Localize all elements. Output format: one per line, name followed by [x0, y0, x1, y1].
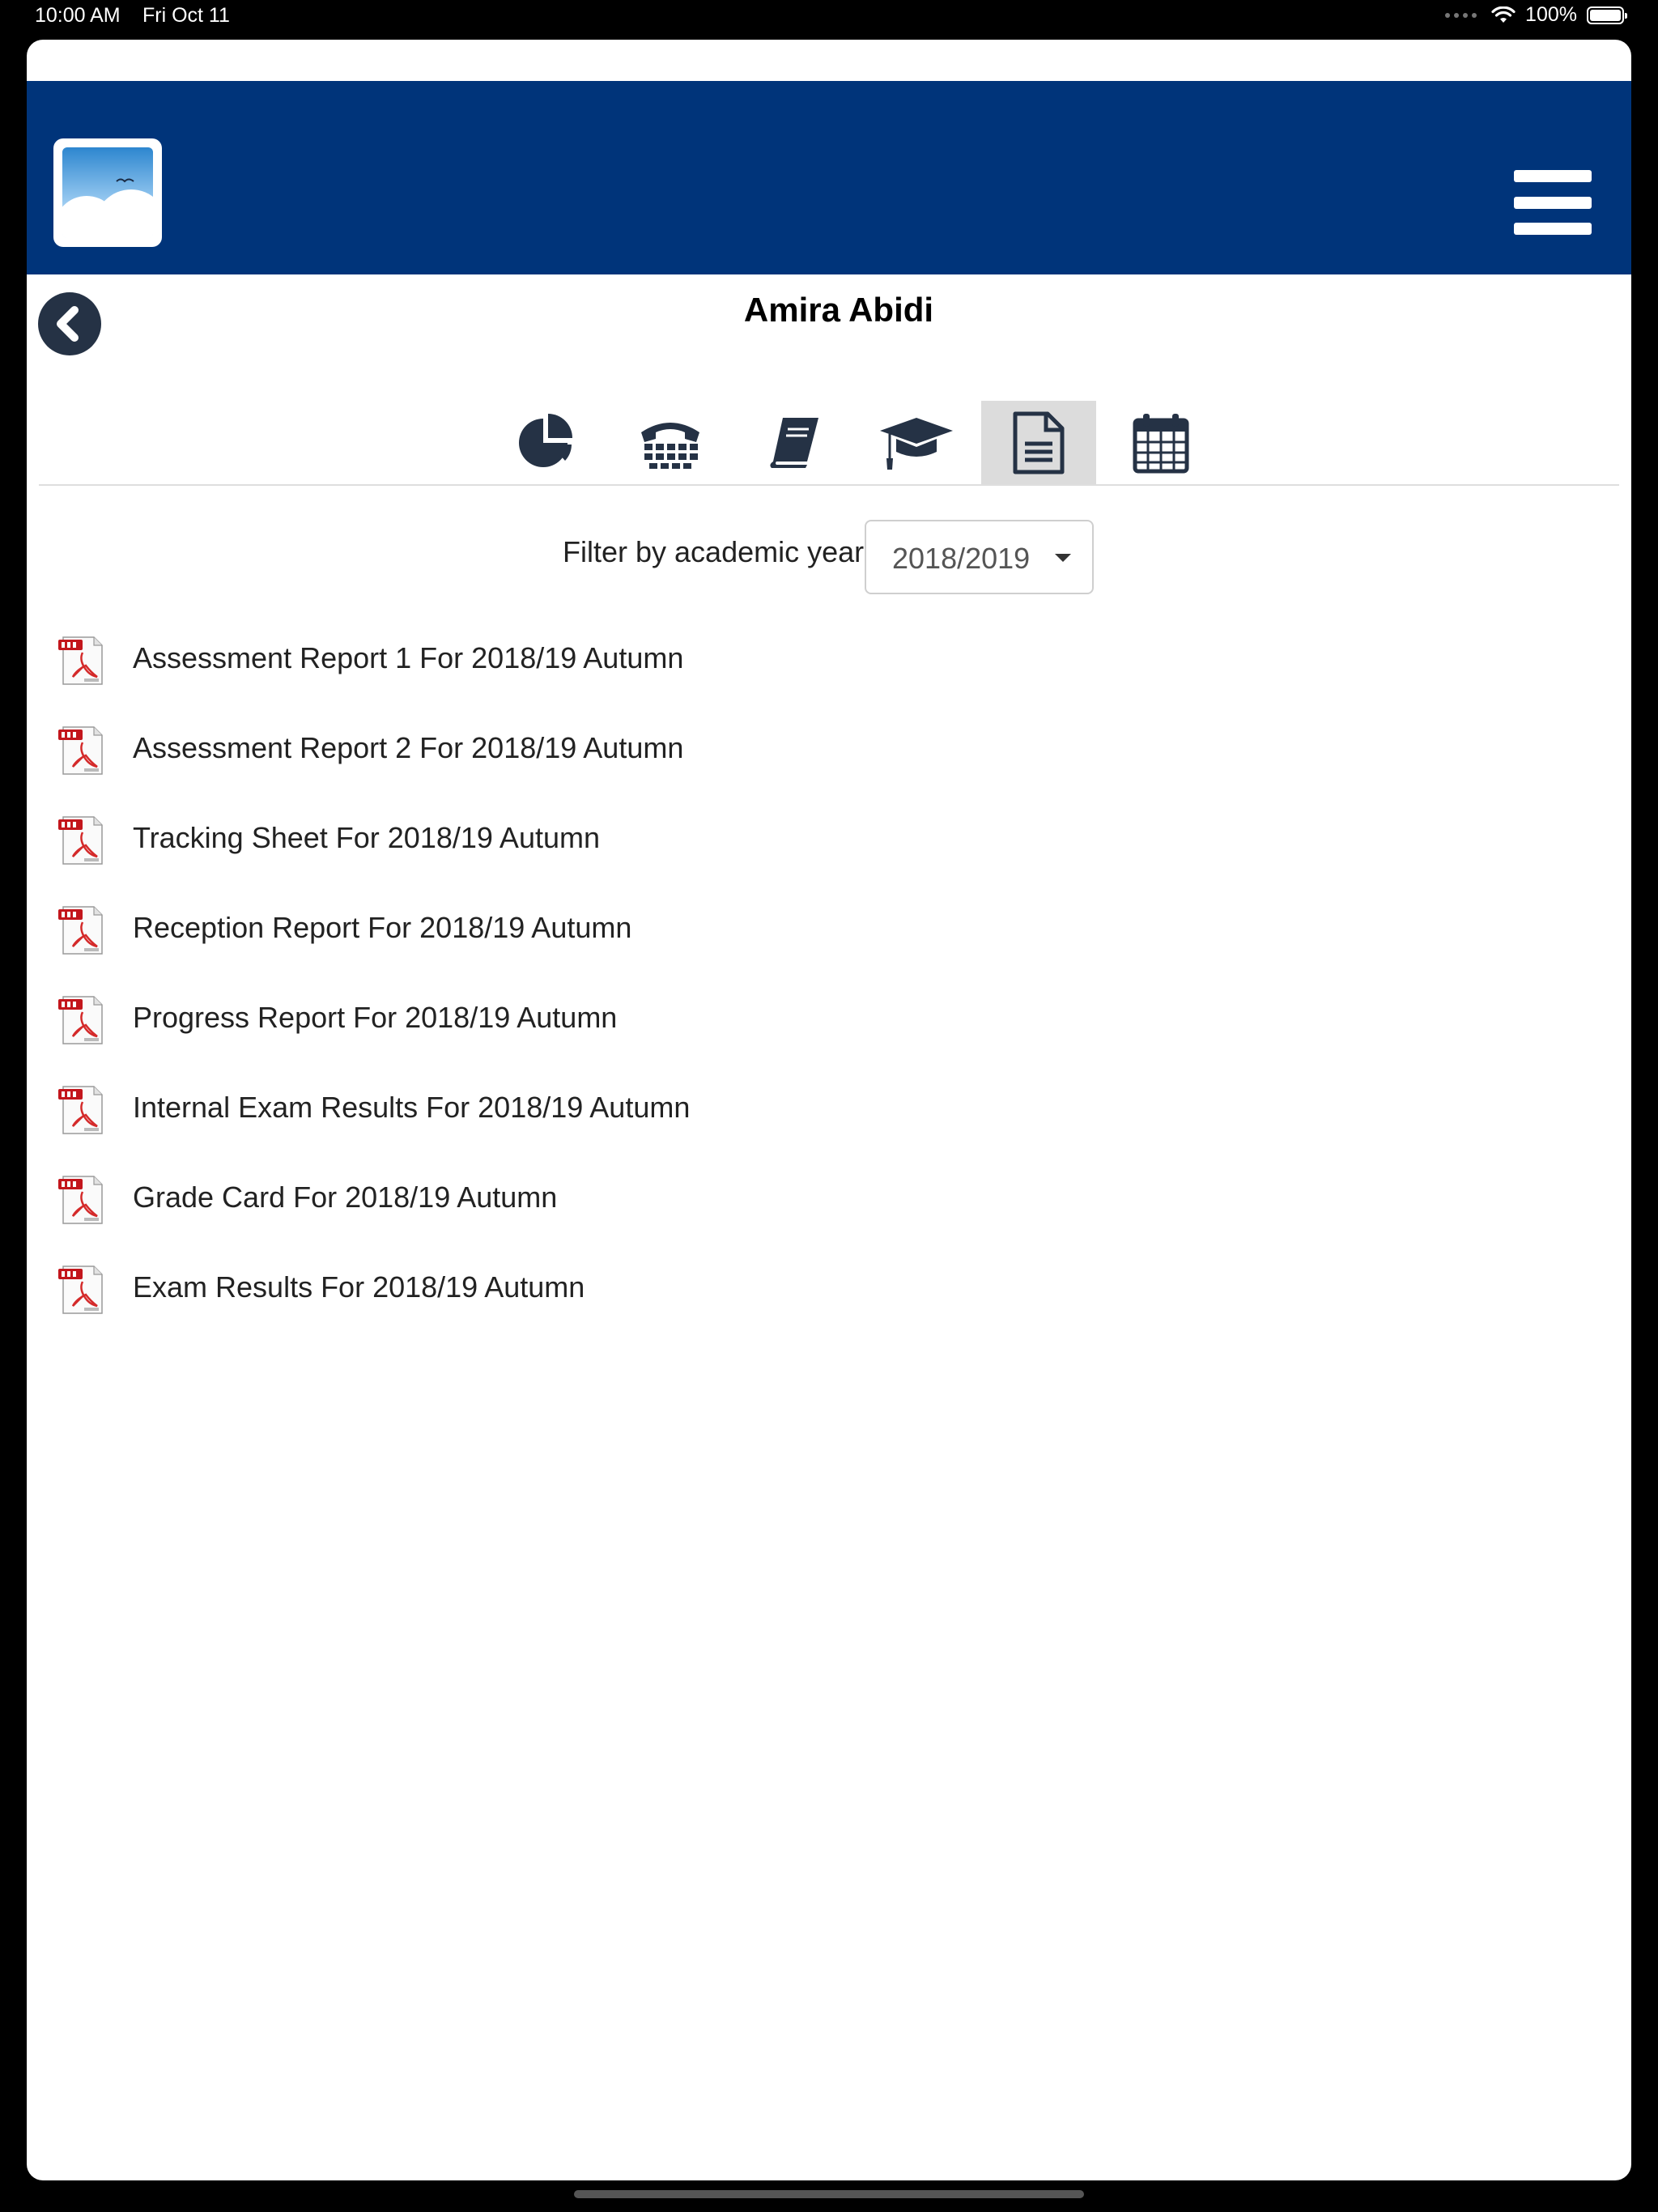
calendar-icon: [1133, 414, 1189, 474]
caret-down-icon: [1055, 554, 1071, 562]
document-icon: [1013, 411, 1065, 474]
tab-contacts[interactable]: [609, 401, 732, 485]
pie-chart-icon: [519, 414, 572, 467]
report-item[interactable]: Exam Results For 2018/19 Autumn: [27, 1264, 1631, 1354]
graduation-cap-icon: [880, 418, 953, 470]
app-header: [27, 81, 1631, 274]
pdf-icon: [57, 995, 104, 1045]
report-item[interactable]: Internal Exam Results For 2018/19 Autumn: [27, 1084, 1631, 1174]
tab-overview[interactable]: [486, 401, 609, 485]
report-label: Reception Report For 2018/19 Autumn: [133, 911, 632, 944]
app-screen: Amira Abidi Filter by academic year 2018…: [27, 40, 1631, 2180]
report-item[interactable]: Reception Report For 2018/19 Autumn: [27, 904, 1631, 994]
pdf-icon: [57, 725, 104, 776]
tab-divider: [39, 484, 1619, 486]
pdf-icon: [57, 1265, 104, 1315]
report-label: Assessment Report 1 For 2018/19 Autumn: [133, 641, 684, 674]
app-logo[interactable]: [53, 138, 162, 247]
hamburger-icon: [1514, 170, 1592, 182]
academic-year-select[interactable]: 2018/2019: [865, 520, 1094, 594]
filter-label: Filter by academic year: [563, 535, 865, 568]
report-label: Assessment Report 2 For 2018/19 Autumn: [133, 731, 684, 764]
report-label: Exam Results For 2018/19 Autumn: [133, 1270, 585, 1304]
report-item[interactable]: Tracking Sheet For 2018/19 Autumn: [27, 815, 1631, 904]
report-label: Internal Exam Results For 2018/19 Autumn: [133, 1091, 691, 1124]
home-indicator: [574, 2190, 1084, 2198]
academic-year-value: 2018/2019: [892, 542, 1031, 575]
pdf-icon: [57, 636, 104, 686]
phone-icon: [641, 423, 699, 469]
tab-grades[interactable]: [855, 401, 978, 485]
pdf-icon: [57, 815, 104, 866]
status-bar: 10:00 AM Fri Oct 11 100%: [0, 0, 1658, 36]
battery-percent: 100%: [1525, 3, 1577, 26]
report-label: Grade Card For 2018/19 Autumn: [133, 1180, 558, 1214]
report-label: Tracking Sheet For 2018/19 Autumn: [133, 821, 601, 854]
cloud-sky-logo-icon: [62, 147, 153, 238]
report-item[interactable]: Grade Card For 2018/19 Autumn: [27, 1174, 1631, 1264]
status-indicators: 100%: [1445, 3, 1627, 27]
pdf-icon: [57, 1085, 104, 1135]
pdf-icon: [57, 905, 104, 955]
tab-reports[interactable]: [981, 401, 1096, 485]
status-date: Fri Oct 11: [142, 4, 230, 27]
battery-icon: [1587, 6, 1627, 24]
report-item[interactable]: Assessment Report 1 For 2018/19 Autumn: [27, 635, 1631, 725]
cellular-signal-icon: [1445, 12, 1477, 18]
tab-homework[interactable]: [732, 401, 855, 485]
page-title: Amira Abidi: [743, 291, 934, 329]
pdf-icon: [57, 1175, 104, 1225]
hamburger-menu-button[interactable]: [1514, 170, 1592, 235]
section-tabs: [486, 401, 1222, 485]
report-list: Assessment Report 1 For 2018/19 Autumn A…: [27, 635, 1631, 1354]
report-label: Progress Report For 2018/19 Autumn: [133, 1001, 618, 1034]
book-icon: [770, 418, 818, 468]
wifi-icon: [1491, 6, 1516, 23]
report-item[interactable]: Assessment Report 2 For 2018/19 Autumn: [27, 725, 1631, 815]
tab-calendar[interactable]: [1099, 401, 1222, 485]
status-time: 10:00 AM: [35, 4, 121, 27]
report-item[interactable]: Progress Report For 2018/19 Autumn: [27, 994, 1631, 1084]
